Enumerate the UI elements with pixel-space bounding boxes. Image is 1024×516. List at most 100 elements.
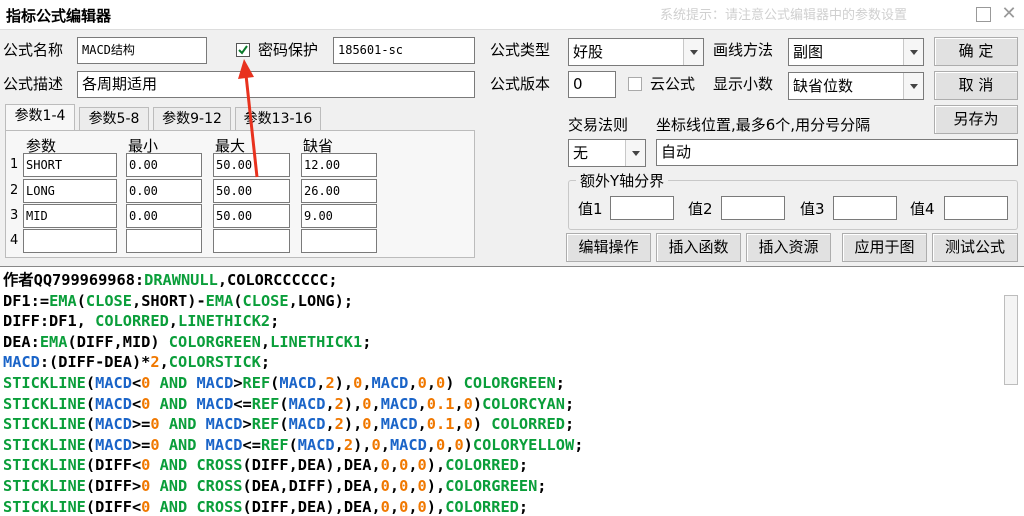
code-line[interactable]: STICKLINE(MACD>=0 AND MACD<=REF(MACD,2),…	[3, 435, 583, 456]
code-token: DIFF:DF1,	[3, 312, 96, 331]
code-token: 作者	[3, 271, 34, 289]
restore-icon[interactable]	[976, 7, 991, 22]
code-token: ,	[426, 435, 436, 454]
param-default-input[interactable]: 26.00	[301, 179, 377, 203]
cloud-formula-checkbox[interactable]	[628, 77, 642, 91]
decimal-display-label: 显示小数	[713, 75, 774, 93]
code-token: 0	[436, 435, 446, 454]
code-token: 2	[150, 353, 160, 372]
save-as-button[interactable]: 另存为	[934, 105, 1018, 134]
tab-params-9-12[interactable]: 参数9-12	[153, 107, 231, 131]
param-name-input[interactable]: SHORT	[23, 153, 117, 177]
code-token: ,	[417, 415, 427, 434]
y-value-4-input[interactable]	[944, 196, 1008, 220]
code-line[interactable]: STICKLINE(DIFF<0 AND CROSS(DIFF,DEA),DEA…	[3, 497, 528, 516]
code-token: MACD	[205, 435, 243, 454]
code-line[interactable]: DEA:EMA(DIFF,MID) COLORGREEN,LINETHICK1;	[3, 332, 371, 353]
param-name-input[interactable]	[23, 229, 117, 253]
chevron-down-icon[interactable]	[683, 39, 703, 65]
code-token: COLORGREEN	[445, 477, 538, 495]
background-title-text: 系统提示：请注意公式编辑器中的参数设置	[660, 8, 908, 23]
code-token: 0	[380, 497, 390, 516]
param-name-input[interactable]: LONG	[23, 179, 117, 203]
code-token: COLORRED	[491, 415, 565, 434]
apply-to-chart-button[interactable]: 应用于图	[842, 233, 927, 262]
param-min-input[interactable]	[126, 229, 202, 253]
code-line[interactable]: 作者QQ799969968:DRAWNULL,COLORCCCCCC;	[3, 270, 338, 291]
chevron-down-icon[interactable]	[903, 39, 923, 65]
code-token: ,SHORT)-	[131, 291, 206, 310]
code-token: DRAWNULL	[144, 271, 218, 289]
code-line[interactable]: STICKLINE(MACD<0 AND MACD>REF(MACD,2),0,…	[3, 373, 565, 394]
cancel-button[interactable]: 取 消	[934, 71, 1018, 100]
code-line[interactable]: MACD:(DIFF-DEA)*2,COLORSTICK;	[3, 352, 270, 373]
param-min-input[interactable]: 0.00	[126, 179, 202, 203]
insert-resource-button[interactable]: 插入资源	[746, 233, 831, 262]
code-token: 0	[417, 456, 427, 475]
insert-function-button[interactable]: 插入函数	[656, 233, 741, 262]
code-line[interactable]: DF1:=EMA(CLOSE,SHORT)-EMA(CLOSE,LONG);	[3, 291, 353, 312]
param-name-input[interactable]: MID	[23, 204, 117, 228]
code-token: 0	[141, 394, 151, 413]
code-token: 2	[334, 394, 344, 413]
code-token: ),	[343, 394, 363, 413]
code-token: ),	[343, 415, 363, 434]
y-value-1-input[interactable]	[610, 196, 674, 220]
param-min-input[interactable]: 0.00	[126, 204, 202, 228]
code-line[interactable]: STICKLINE(MACD<0 AND MACD<=REF(MACD,2),0…	[3, 394, 574, 415]
tab-params-5-8[interactable]: 参数5-8	[79, 107, 149, 131]
code-token: ;	[574, 435, 584, 454]
code-token: ;	[518, 497, 529, 516]
draw-method-select[interactable]: 副图	[788, 38, 924, 66]
param-row-number: 3	[10, 208, 19, 223]
trade-rule-select[interactable]: 无	[568, 139, 646, 167]
code-token: STICKLINE	[3, 497, 86, 516]
code-token: ,	[408, 497, 418, 516]
code-editor[interactable]: 作者QQ799969968:DRAWNULL,COLORCCCCCC; DF1:=…	[0, 266, 1024, 516]
param-min-input[interactable]: 0.00	[126, 153, 202, 177]
param-default-input[interactable]	[301, 229, 377, 253]
code-token: ,	[426, 374, 437, 392]
code-line[interactable]: STICKLINE(DIFF<0 AND CROSS(DIFF,DEA),DEA…	[3, 455, 528, 476]
edit-operations-button[interactable]: 编辑操作	[566, 233, 651, 262]
code-token: (DIFF<	[85, 456, 142, 475]
title-bar[interactable]: 指标公式编辑器 系统提示：请注意公式编辑器中的参数设置 ✕	[0, 0, 1024, 30]
chevron-down-icon[interactable]	[903, 73, 923, 99]
code-token: CROSS	[196, 477, 243, 495]
formula-type-label: 公式类型	[490, 41, 551, 59]
code-token: ,	[371, 415, 381, 434]
chevron-down-icon[interactable]	[625, 140, 645, 166]
param-max-input[interactable]: 50.00	[213, 204, 290, 228]
editor-scrollbar-thumb[interactable]	[1004, 295, 1018, 385]
y-value-2-label: 值2	[688, 200, 713, 218]
code-token: EMA	[39, 332, 68, 351]
code-line[interactable]: STICKLINE(DIFF>0 AND CROSS(DEA,DIFF),DEA…	[3, 476, 547, 497]
code-line[interactable]: DIFF:DF1, COLORRED,LINETHICK2;	[3, 311, 279, 332]
code-token: ,	[371, 394, 381, 413]
tab-params-1-4[interactable]: 参数1-4	[5, 104, 75, 131]
param-default-input[interactable]: 12.00	[301, 153, 377, 177]
formula-type-select[interactable]: 好股	[568, 38, 704, 66]
code-line[interactable]: STICKLINE(MACD>=0 AND MACD>REF(MACD,2),0…	[3, 414, 574, 435]
close-icon[interactable]: ✕	[1000, 4, 1018, 24]
code-token: ,	[454, 394, 464, 413]
password-input[interactable]: 185601-sc	[333, 37, 475, 64]
ok-button[interactable]: 确 定	[934, 37, 1018, 66]
param-max-input[interactable]	[213, 229, 290, 253]
coord-line-input[interactable]: 自动	[656, 139, 1018, 166]
y-value-3-input[interactable]	[833, 196, 897, 220]
formula-version-input[interactable]: 0	[568, 71, 616, 98]
decimal-select[interactable]: 缺省位数	[788, 72, 924, 100]
param-default-input[interactable]: 9.00	[301, 204, 377, 228]
formula-name-input[interactable]: MACD结构	[77, 37, 207, 64]
code-token: MACD	[196, 394, 234, 413]
y-value-2-input[interactable]	[721, 196, 785, 220]
code-token: LINETHICK2	[178, 312, 271, 331]
formula-desc-input[interactable]: 各周期适用	[77, 71, 475, 98]
code-token: 2	[325, 374, 335, 392]
code-token: 2	[334, 415, 344, 434]
code-token: ;	[537, 477, 547, 495]
test-formula-button[interactable]: 测试公式	[932, 233, 1018, 262]
